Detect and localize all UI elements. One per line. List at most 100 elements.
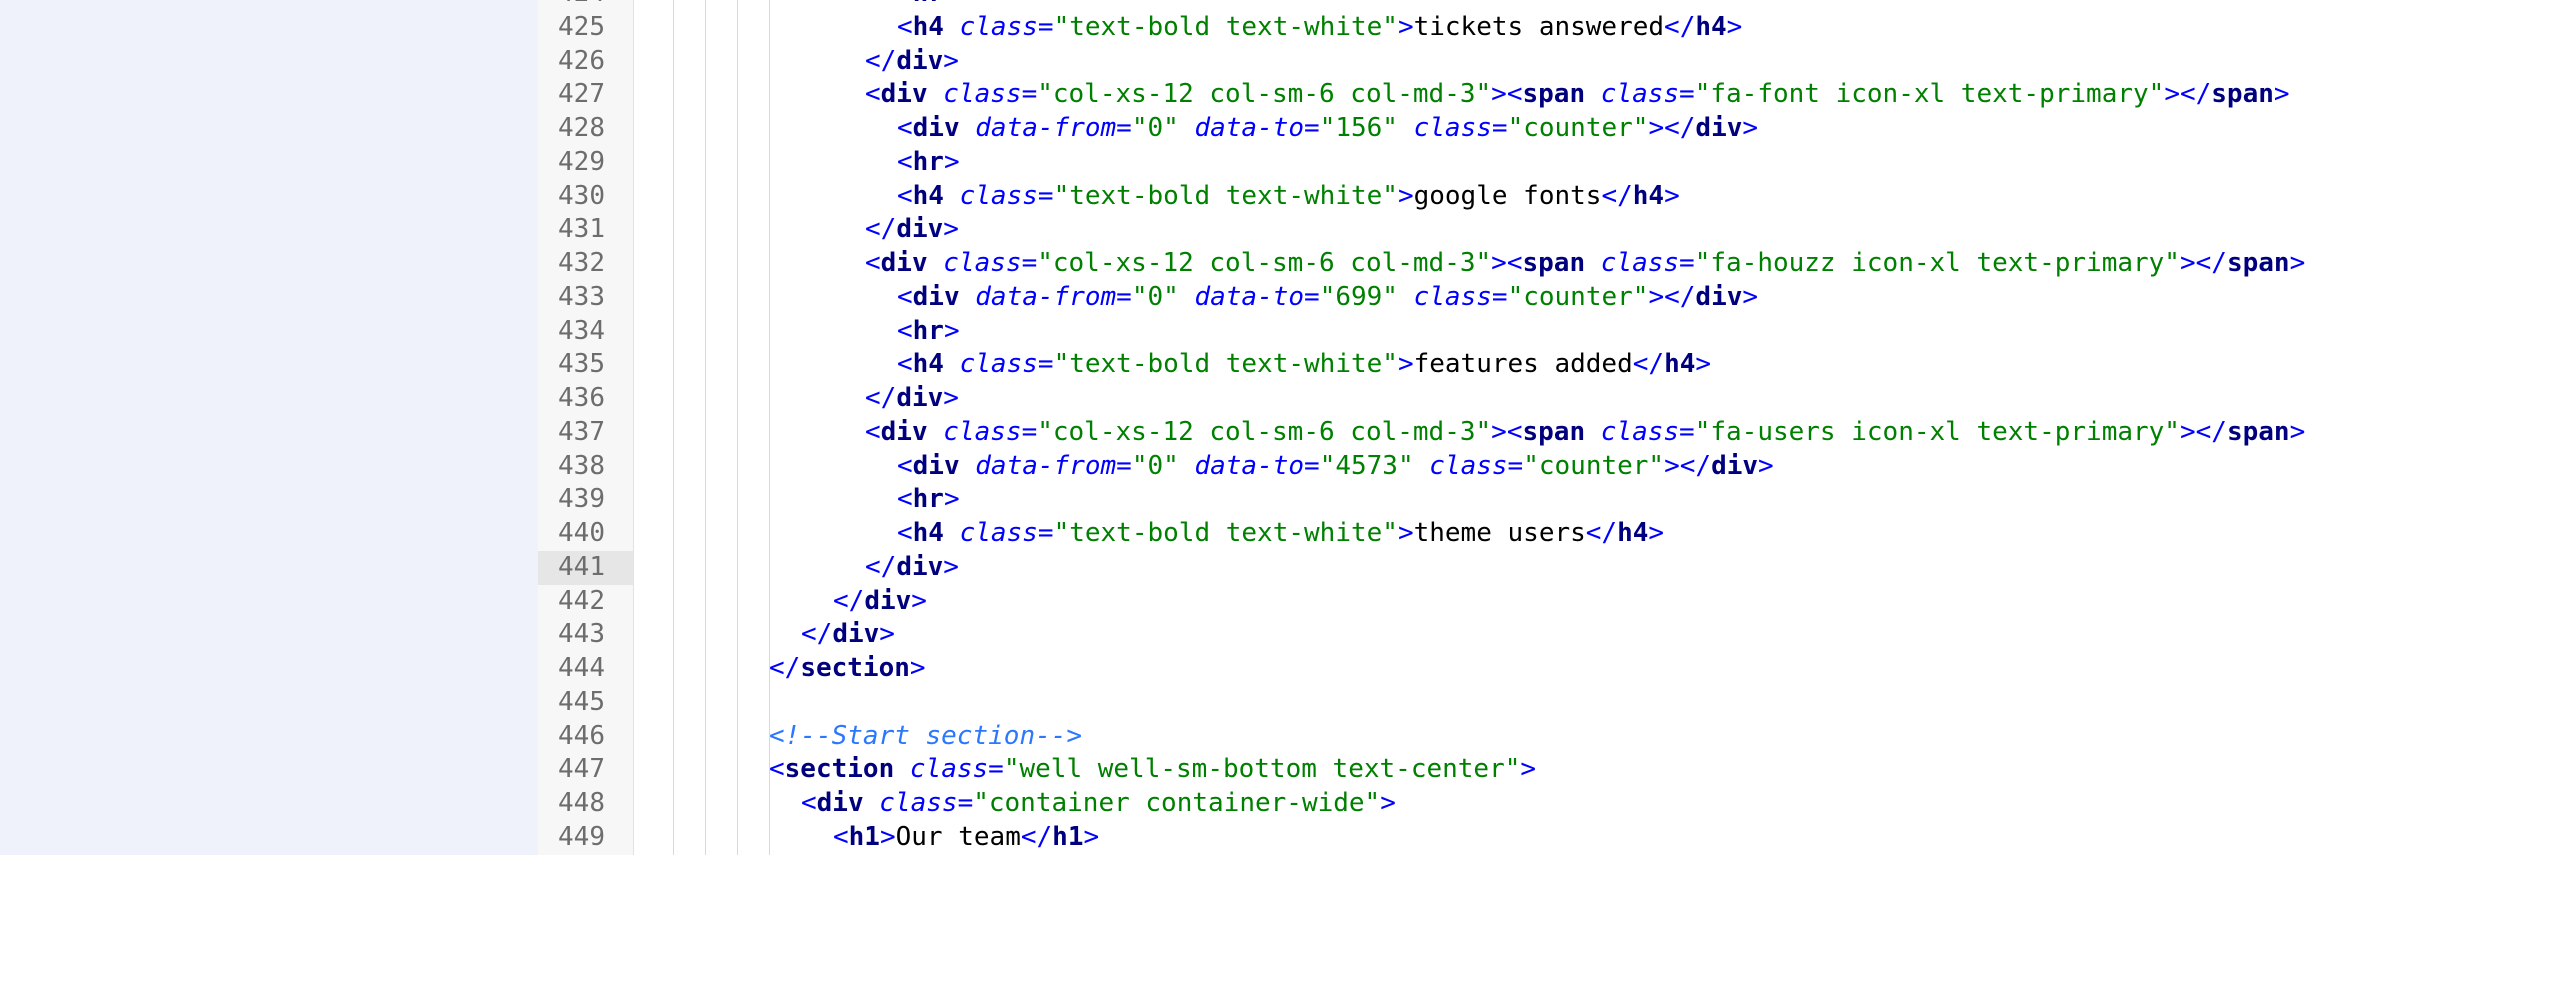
code-token-tag: </ [1632, 349, 1665, 380]
code-line[interactable]: 446 <!--Start section--> [538, 720, 2560, 754]
code-text: </section> [769, 652, 926, 686]
code-line[interactable]: 439 <hr> [538, 483, 2560, 517]
code-token-attr: class [959, 180, 1038, 211]
code-line[interactable]: 444 </section> [538, 652, 2560, 686]
code-token-tag: = [1037, 349, 1054, 380]
code-token-name: hr [913, 0, 944, 8]
code-token-attr: data-from [975, 281, 1117, 312]
code-line[interactable]: 425 <h4 class="text-bold text-white">tick… [538, 11, 2560, 45]
line-number: 439 [558, 484, 605, 515]
line-number: 427 [558, 79, 605, 110]
code-token-attr: class [1429, 450, 1508, 481]
line-number-cell: 439 [538, 483, 633, 517]
line-number: 425 [558, 11, 605, 42]
code-line[interactable]: 437 <div class="col-xs-12 col-sm-6 col-md… [538, 416, 2560, 450]
code-token-tag: < [897, 11, 913, 42]
code-token-attr: class [909, 754, 989, 785]
code-text: <h1>Our team</h1> [833, 821, 1099, 855]
code-token-tag: = [1021, 79, 1038, 110]
code-token-tag: > [2273, 79, 2290, 110]
code-token-tag: > [1520, 754, 1537, 785]
code-token-attr: class [1600, 79, 1680, 110]
code-token-tag: = [1021, 248, 1038, 278]
code-token-tag: </ [1585, 518, 1618, 548]
code-token-str: "col-xs-12 col-sm-6 col-md-3" [1037, 79, 1492, 110]
code-token-tag: > [1397, 349, 1414, 380]
code-token-name: h1 [848, 821, 880, 852]
code-editor[interactable]: 424<hr>425 <h4 class="text-bold text-whit… [538, 0, 2560, 855]
code-token-tag: = [1491, 281, 1508, 312]
code-token-name: div [896, 214, 944, 245]
code-lines[interactable]: 424<hr>425 <h4 class="text-bold text-whit… [538, 0, 2560, 855]
code-token-text: theme users [1413, 518, 1586, 548]
code-token-tag: > [943, 214, 959, 245]
line-number: 437 [558, 416, 605, 447]
code-line[interactable]: 432 <div class="col-xs-12 col-sm-6 col-md… [538, 247, 2560, 281]
code-token-name: div [896, 45, 944, 76]
code-line[interactable]: 445 [538, 686, 2560, 720]
code-line[interactable]: 430 <h4 class="text-bold text-white">goog… [538, 180, 2560, 214]
code-token-attr: class [959, 349, 1038, 380]
line-number-cell: 432 [538, 247, 633, 281]
code-token-str: "4573" [1319, 450, 1414, 481]
code-line[interactable]: 435 <h4 class="text-bold text-white">feat… [538, 348, 2560, 382]
code-line[interactable]: 431 </div> [538, 213, 2560, 247]
code-line[interactable]: 434 <hr> [538, 315, 2560, 349]
code-line[interactable]: 442 </div> [538, 585, 2560, 619]
code-token-tag: = [1491, 113, 1508, 143]
code-line[interactable]: 447 <section class="well well-sm-bottom t… [538, 753, 2560, 787]
code-line[interactable]: 436 </div> [538, 382, 2560, 416]
code-token-attr: data-to [1194, 281, 1305, 312]
code-token-tag: ></ [1648, 281, 1696, 312]
code-token-str: "well well-sm-bottom text-center" [1003, 754, 1521, 785]
code-line[interactable]: 424 <hr> [538, 0, 2560, 11]
code-line[interactable]: 441 </div> [538, 550, 2560, 585]
code-line[interactable]: 433 <div data-from="0" data-to="699" clas… [538, 281, 2560, 315]
code-token-tag: > [1380, 788, 1396, 818]
code-text: <div data-from="0" data-to="156" class="… [897, 112, 1758, 146]
line-number: 428 [558, 113, 605, 143]
code-token-name: div [880, 79, 928, 110]
code-line[interactable]: 427 <div class="col-xs-12 col-sm-6 col-md… [538, 78, 2560, 112]
line-number-cell: 440 [538, 517, 633, 551]
code-line[interactable]: 443 </div> [538, 618, 2560, 652]
code-token-tag: > [943, 551, 959, 582]
code-token-tag: > [1726, 11, 1743, 42]
code-token-text: features added [1413, 349, 1633, 380]
code-token-tag: = [1304, 281, 1320, 312]
code-token-tag: ></ [2179, 248, 2227, 278]
code-text: <div class="col-xs-12 col-sm-6 col-md-3"… [865, 416, 2305, 450]
code-token-tag: > [1664, 180, 1680, 211]
code-token-name: div [1695, 281, 1743, 312]
code-token-name: h4 [912, 11, 944, 42]
code-text: <h4 class="text-bold text-white">theme u… [897, 517, 1664, 551]
code-line[interactable]: 429 <hr> [538, 146, 2560, 180]
code-line[interactable]: 440 <h4 class="text-bold text-white">them… [538, 517, 2560, 551]
code-line[interactable]: 448 <div class="container container-wide"… [538, 787, 2560, 821]
code-line[interactable]: 428 <div data-from="0" data-to="156" clas… [538, 112, 2560, 146]
code-line[interactable]: 438 <div data-from="0" data-to="4573" cla… [538, 450, 2560, 484]
code-token-tag: >< [1491, 79, 1523, 110]
code-token-tag: > [943, 146, 960, 177]
code-token-tag: > [1758, 450, 1774, 481]
line-number: 449 [558, 821, 605, 852]
code-line[interactable]: 426 </div> [538, 45, 2560, 79]
code-token-tag: > [1397, 180, 1414, 211]
line-number-cell: 447 [538, 753, 633, 787]
line-number-cell: 433 [538, 281, 633, 315]
code-token-str: "0" [1131, 113, 1179, 143]
code-token-name: div [1695, 113, 1743, 143]
code-token-str: "fa-users icon-xl text-primary" [1694, 416, 2180, 447]
code-token-attr: class [1600, 416, 1680, 447]
line-number: 432 [558, 248, 605, 278]
code-token-str: "0" [1131, 450, 1179, 481]
code-token-tag: > [909, 653, 926, 683]
code-line[interactable]: 449 <h1>Our team</h1> [538, 821, 2560, 855]
